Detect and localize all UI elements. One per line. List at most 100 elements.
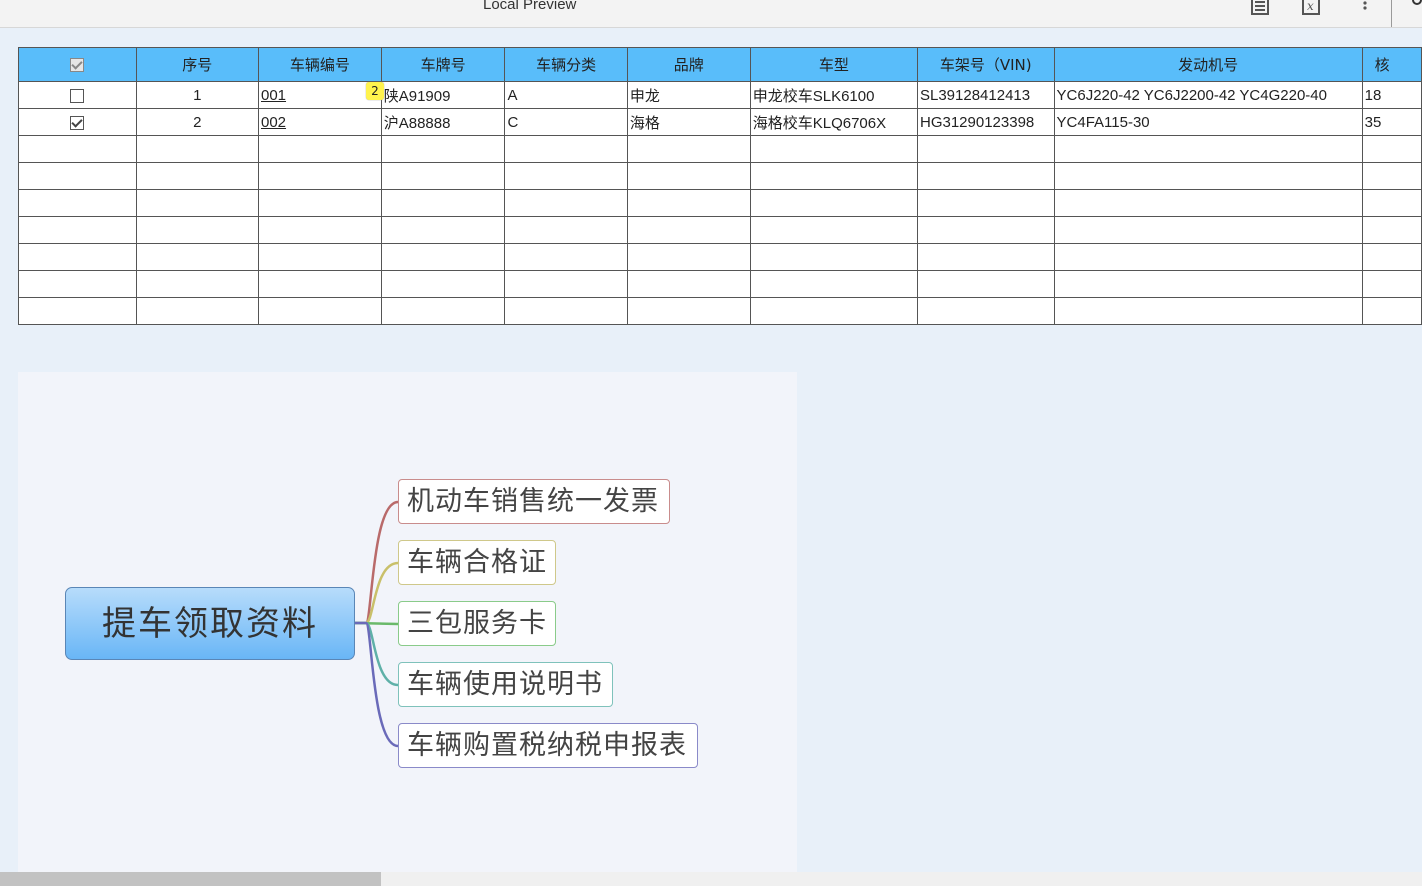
- column-header[interactable]: 序号: [135, 47, 260, 82]
- empty-cell: [504, 270, 628, 298]
- empty-cell: [18, 135, 137, 163]
- column-header[interactable]: 品牌: [626, 47, 751, 82]
- engine-cell: YC4FA115-30: [1053, 108, 1363, 136]
- column-header[interactable]: 车辆编号: [258, 47, 382, 82]
- vin-cell: SL39128412413: [916, 81, 1055, 109]
- column-header[interactable]: 发动机号: [1053, 47, 1363, 82]
- empty-cell: [749, 162, 918, 190]
- table-header-row: 序号 车辆编号 车牌号 车辆分类 品牌 车型 车架号（VIN) 发动机号 核: [18, 47, 1422, 82]
- empty-cell: [1053, 135, 1363, 163]
- row-checkbox[interactable]: [70, 115, 85, 130]
- select-all-checkbox[interactable]: [70, 58, 85, 72]
- row-checkbox[interactable]: [70, 88, 85, 103]
- empty-cell: [1361, 135, 1422, 163]
- select-all-header[interactable]: [18, 47, 137, 82]
- extra-cell: 35: [1361, 108, 1422, 136]
- window-title: Local Preview: [483, 0, 577, 13]
- empty-cell: [258, 135, 382, 163]
- empty-cell: [1361, 270, 1422, 298]
- empty-cell: [504, 189, 628, 217]
- empty-cell: [626, 243, 751, 271]
- empty-cell: [1053, 270, 1363, 298]
- column-header[interactable]: 车型: [749, 47, 918, 82]
- empty-cell: [380, 162, 506, 190]
- document-icon[interactable]: [1249, 0, 1271, 16]
- mindmap-branch-node[interactable]: 车辆合格证: [398, 540, 556, 585]
- model-cell: 申龙校车SLK6100: [749, 81, 918, 109]
- empty-cell: [626, 216, 751, 244]
- vehicle-no-cell: 002: [258, 108, 382, 136]
- more-vertical-icon[interactable]: [1354, 0, 1376, 16]
- engine-cell: YC6J220-42 YC6J2200-42 YC4G220-40: [1053, 81, 1363, 109]
- vin-cell: HG31290123398: [916, 108, 1055, 136]
- empty-cell: [1361, 162, 1422, 190]
- vehicle-no-link[interactable]: 001: [261, 87, 286, 104]
- empty-cell: [749, 297, 918, 325]
- column-header[interactable]: 车架号（VIN): [916, 47, 1055, 82]
- empty-cell: [626, 135, 751, 163]
- table-row-empty[interactable]: [18, 270, 1422, 298]
- column-header[interactable]: 核: [1361, 47, 1422, 82]
- empty-cell: [1361, 216, 1422, 244]
- seq-cell: 2: [135, 108, 260, 136]
- empty-cell: [18, 243, 137, 271]
- mindmap-branch-node[interactable]: 机动车销售统一发票: [398, 479, 670, 524]
- empty-cell: [626, 162, 751, 190]
- plate-cell: 陕A91909: [380, 81, 506, 109]
- empty-cell: [504, 162, 628, 190]
- empty-cell: [749, 135, 918, 163]
- table-row[interactable]: 1 001 陕A91909 A 申龙 申龙校车SLK6100 SL3912841…: [18, 81, 1422, 109]
- category-cell: C: [504, 108, 628, 136]
- table-row-empty[interactable]: [18, 216, 1422, 244]
- vehicle-no-link[interactable]: 002: [261, 114, 286, 131]
- user-icon[interactable]: [1407, 0, 1422, 16]
- horizontal-scrollbar-thumb[interactable]: [0, 872, 381, 886]
- empty-cell: [135, 243, 260, 271]
- empty-cell: [626, 297, 751, 325]
- mindmap-branch-node[interactable]: 车辆购置税纳税申报表: [398, 723, 698, 768]
- empty-cell: [1361, 243, 1422, 271]
- empty-cell: [258, 189, 382, 217]
- empty-cell: [916, 135, 1055, 163]
- vehicle-table: 序号 车辆编号 车牌号 车辆分类 品牌 车型 车架号（VIN) 发动机号 核 1…: [18, 47, 1422, 325]
- empty-cell: [626, 270, 751, 298]
- empty-cell: [258, 216, 382, 244]
- empty-cell: [135, 135, 260, 163]
- empty-cell: [18, 189, 137, 217]
- mindmap-branch-node[interactable]: 三包服务卡: [398, 601, 556, 646]
- row-select-cell[interactable]: [18, 81, 137, 109]
- empty-cell: [135, 297, 260, 325]
- empty-cell: [1053, 243, 1363, 271]
- empty-cell: [380, 297, 506, 325]
- table-row-empty[interactable]: [18, 189, 1422, 217]
- empty-cell: [916, 243, 1055, 271]
- empty-cell: [749, 216, 918, 244]
- empty-cell: [135, 189, 260, 217]
- empty-cell: [380, 189, 506, 217]
- table-row-empty[interactable]: [18, 297, 1422, 325]
- empty-cell: [916, 162, 1055, 190]
- table-row-empty[interactable]: [18, 243, 1422, 271]
- empty-cell: [1361, 297, 1422, 325]
- mindmap-branch-node[interactable]: 车辆使用说明书: [398, 662, 613, 707]
- table-row-empty[interactable]: [18, 162, 1422, 190]
- empty-cell: [18, 162, 137, 190]
- window-titlebar: Local Preview x: [0, 0, 1422, 28]
- formula-icon[interactable]: x: [1300, 0, 1322, 16]
- brand-cell: 申龙: [626, 81, 751, 109]
- column-header[interactable]: 车辆分类: [504, 47, 628, 82]
- column-header[interactable]: 车牌号: [380, 47, 506, 82]
- empty-cell: [1053, 297, 1363, 325]
- table-row-empty[interactable]: [18, 135, 1422, 163]
- mindmap-root-node[interactable]: 提车领取资料: [65, 587, 355, 660]
- empty-cell: [749, 189, 918, 217]
- empty-cell: [504, 243, 628, 271]
- empty-cell: [504, 297, 628, 325]
- empty-cell: [916, 270, 1055, 298]
- table-row[interactable]: 2 002 沪A88888 C 海格 海格校车KLQ6706X HG312901…: [18, 108, 1422, 136]
- empty-cell: [135, 216, 260, 244]
- plate-cell: 沪A88888: [380, 108, 506, 136]
- empty-cell: [1053, 189, 1363, 217]
- row-select-cell[interactable]: [18, 108, 137, 136]
- empty-cell: [1053, 216, 1363, 244]
